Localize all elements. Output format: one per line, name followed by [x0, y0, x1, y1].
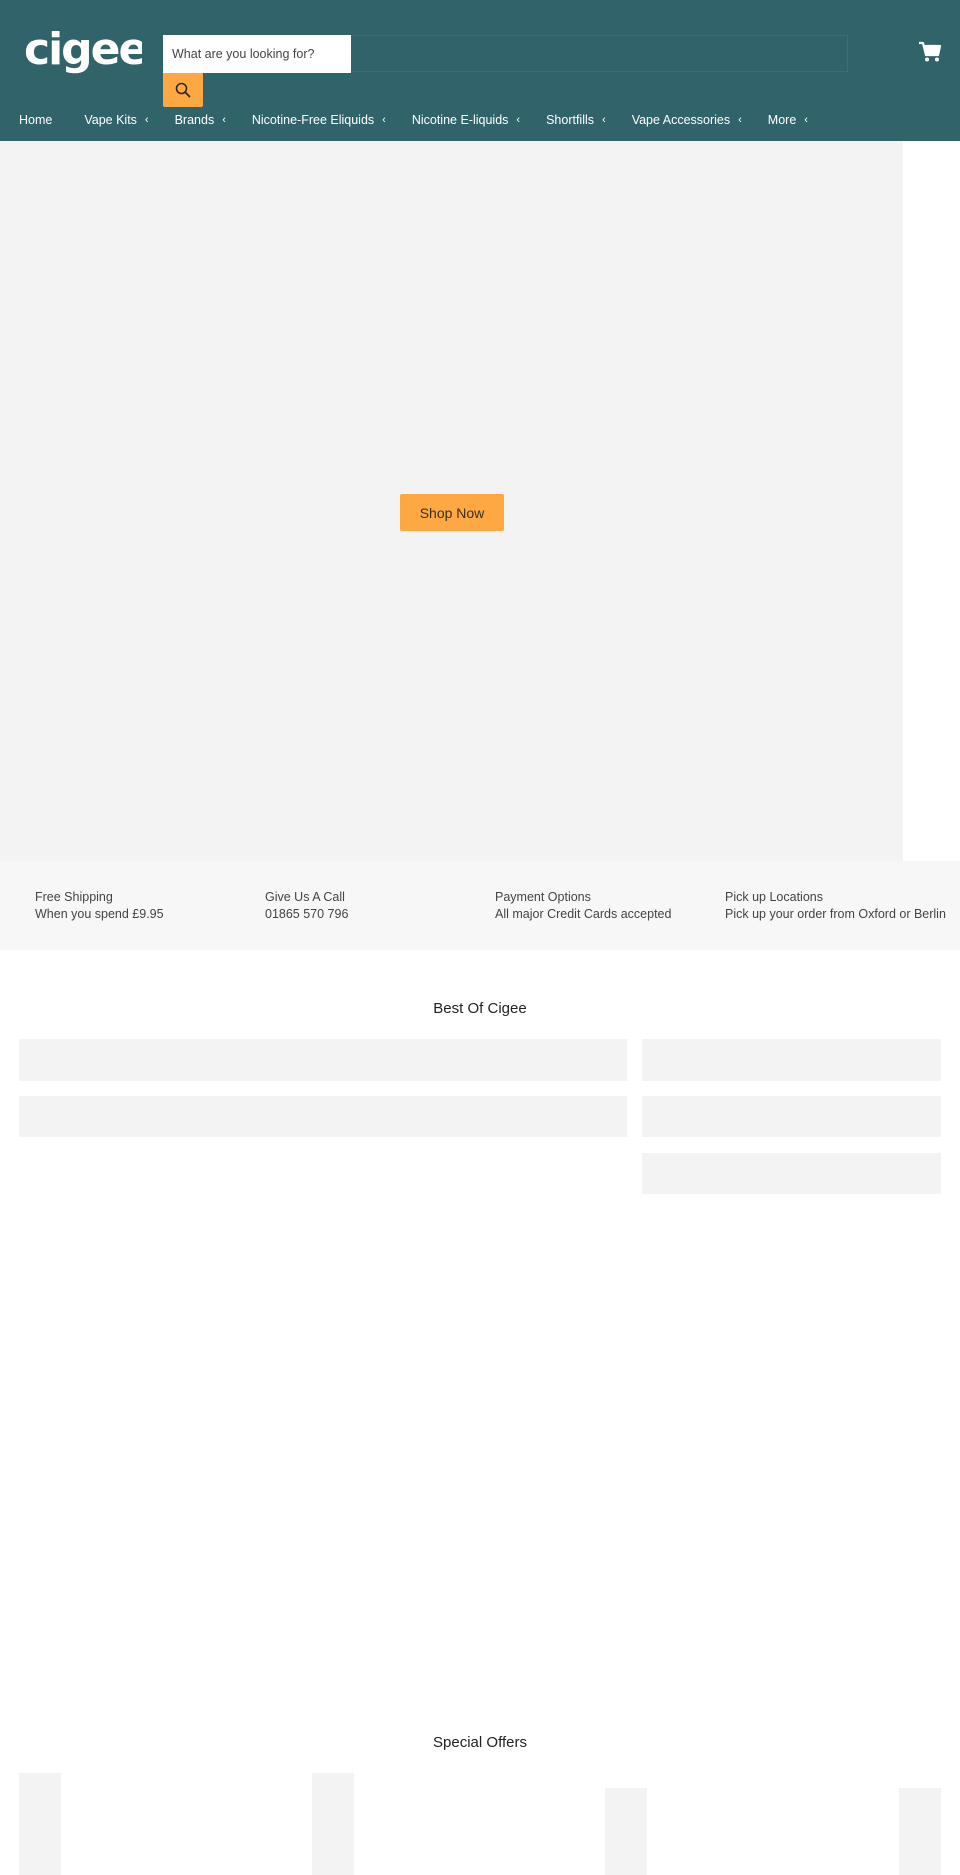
nav-item-label: Home [19, 113, 53, 127]
chevron-icon: ‹ [804, 114, 808, 126]
info-bar: Free Shipping When you spend £9.95 Give … [0, 861, 960, 950]
best-of-title: Best Of Cigee [433, 1000, 527, 1017]
main-nav: Home Vape Kits ‹ Brands ‹ Nicotine-Free … [19, 110, 808, 130]
search-button[interactable] [163, 73, 203, 107]
collection-tile[interactable] [19, 1039, 627, 1081]
info-item-shipping: Free Shipping When you spend £9.95 [35, 889, 164, 923]
info-text[interactable]: 01865 570 796 [265, 906, 348, 923]
nav-item-brands[interactable]: Brands ‹ [175, 113, 226, 127]
info-item-payment: Payment Options All major Credit Cards a… [495, 889, 671, 923]
info-title: Pick up Locations [725, 890, 823, 904]
info-text: When you spend £9.95 [35, 907, 164, 921]
nav-item-nicotine-free-eliquids[interactable]: Nicotine-Free Eliquids ‹ [252, 113, 386, 127]
nav-item-label: Vape Kits [84, 113, 137, 127]
collection-tile[interactable] [642, 1096, 941, 1137]
shop-now-button[interactable]: Shop Now [400, 494, 504, 531]
search-icon [175, 82, 191, 98]
nav-item-label: Vape Accessories [631, 113, 731, 127]
product-image-placeholder[interactable] [312, 1773, 354, 1875]
product-image-placeholder[interactable] [899, 1788, 941, 1875]
info-text: Pick up your order from Oxford or Berlin [725, 907, 946, 921]
nav-item-label: Shortfills [546, 113, 595, 127]
product-image-placeholder[interactable] [19, 1773, 61, 1875]
cigee-logo[interactable]: cigee [24, 26, 142, 74]
nav-item-label: More [767, 113, 797, 127]
info-text: All major Credit Cards accepted [495, 907, 672, 921]
collection-tile[interactable] [642, 1153, 941, 1194]
svg-text:cigee: cigee [24, 26, 142, 74]
product-image-placeholder[interactable] [605, 1788, 647, 1875]
chevron-icon: ‹ [516, 114, 521, 126]
info-item-call: Give Us A Call 01865 570 796 [265, 889, 348, 923]
nav-item-shortfills[interactable]: Shortfills ‹ [546, 113, 606, 127]
info-title: Give Us A Call [265, 890, 345, 904]
cart-icon[interactable] [918, 41, 942, 63]
chevron-icon: ‹ [222, 114, 226, 126]
chevron-icon: ‹ [602, 114, 606, 126]
site-header: cigee Home Vape Kits ‹ Brands ‹ Nicotine… [0, 0, 960, 141]
nav-item-vape-kits[interactable]: Vape Kits ‹ [84, 113, 148, 127]
nav-item-more[interactable]: More ‹ [768, 113, 808, 127]
info-title: Free Shipping [35, 890, 113, 904]
info-item-pickup: Pick up Locations Pick up your order fro… [725, 889, 946, 923]
nav-item-vape-accessories[interactable]: Vape Accessories ‹ [632, 113, 742, 127]
chevron-icon: ‹ [382, 114, 386, 126]
nav-item-home[interactable]: Home [19, 113, 52, 127]
collection-tile[interactable] [642, 1039, 941, 1081]
nav-item-label: Nicotine E-liquids [411, 113, 509, 127]
info-title: Payment Options [495, 890, 591, 904]
nav-item-nicotine-e-liquids[interactable]: Nicotine E-liquids ‹ [412, 113, 520, 127]
search-input[interactable] [163, 35, 351, 73]
special-offers-title: Special Offers [433, 1734, 527, 1751]
chevron-icon: ‹ [738, 114, 742, 126]
collection-tile[interactable] [19, 1096, 627, 1137]
nav-item-label: Nicotine-Free Eliquids [251, 113, 375, 127]
nav-item-label: Brands [174, 113, 215, 127]
chevron-icon: ‹ [144, 114, 149, 126]
